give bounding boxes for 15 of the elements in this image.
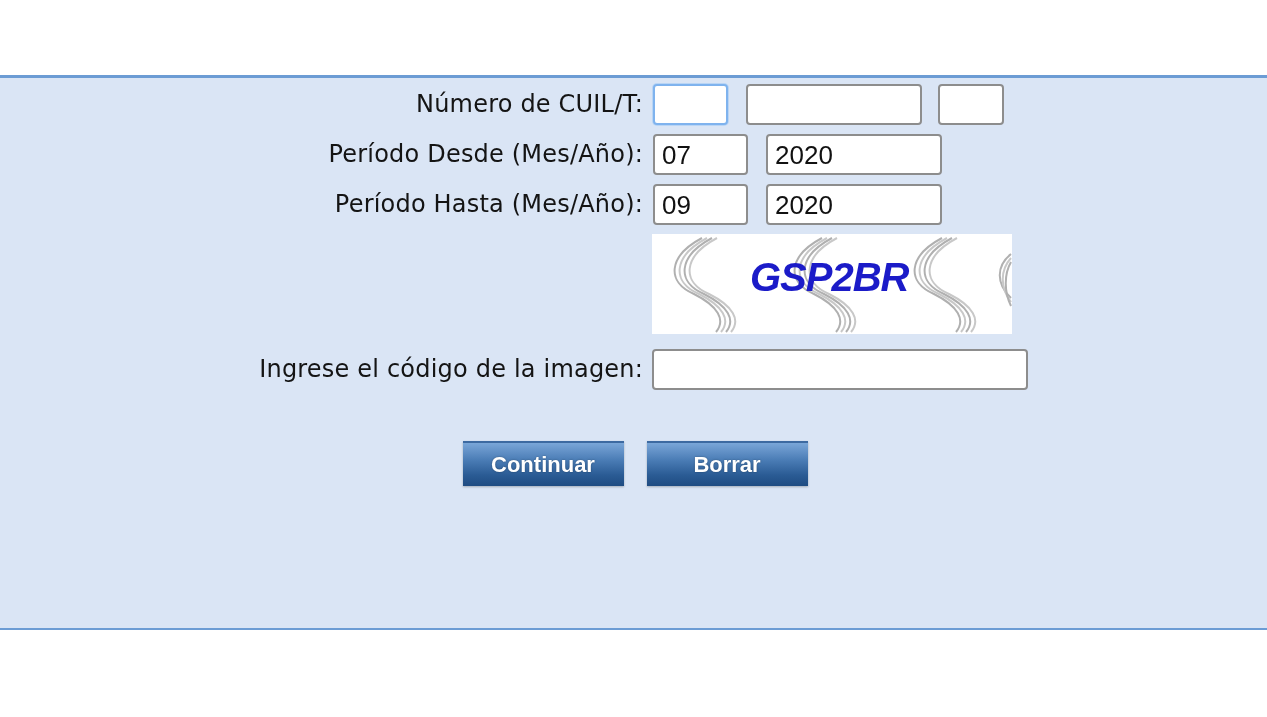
month-field[interactable]: 07 <box>653 134 748 175</box>
field-label: Ingrese el código de la imagen: <box>259 355 643 384</box>
captcha-answer-field[interactable] <box>652 349 1028 390</box>
continue-button[interactable]: Continuar <box>462 441 624 486</box>
year-field[interactable]: 2020 <box>766 134 942 175</box>
year-field[interactable]: 2020 <box>766 184 942 225</box>
clear-button[interactable]: Borrar <box>646 441 808 486</box>
field-label: Período Hasta (Mes/Año): <box>334 190 643 219</box>
cuil-number-field[interactable] <box>746 84 922 125</box>
cuil-prefix-field[interactable] <box>653 84 728 125</box>
month-field[interactable]: 09 <box>653 184 748 225</box>
cuil-check-digit-field[interactable] <box>938 84 1004 125</box>
field-label: Período Desde (Mes/Año): <box>328 140 643 169</box>
captcha-code: GSP2BR <box>750 257 909 297</box>
field-label: Número de CUIL/T: <box>416 90 643 119</box>
